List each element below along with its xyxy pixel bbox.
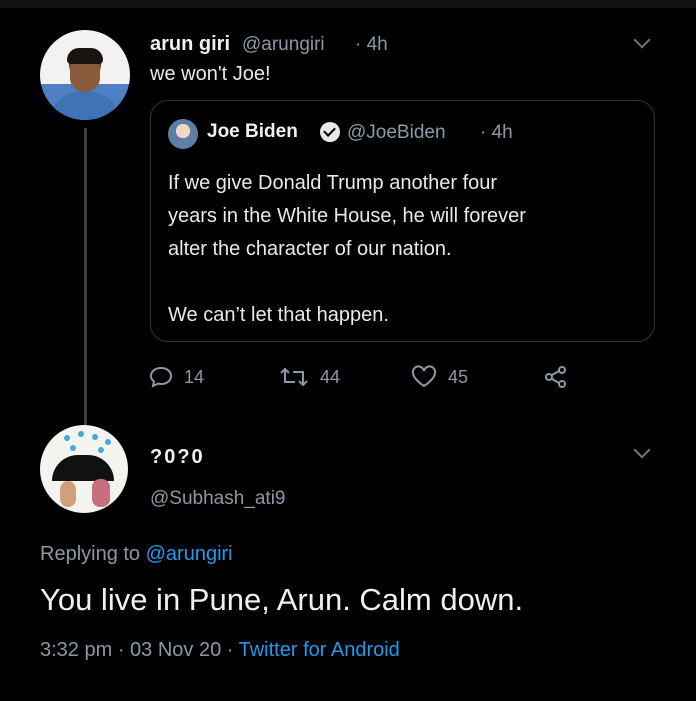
avatar-decoration xyxy=(64,435,70,441)
like-count: 45 xyxy=(448,366,469,387)
quoted-author-name[interactable]: Joe Biden xyxy=(207,121,298,143)
avatar-subhash[interactable] xyxy=(40,425,128,513)
tweet-meta: 3:32 pm · 03 Nov 20 · Twitter for Androi… xyxy=(40,639,400,662)
retweet-button[interactable]: 44 xyxy=(278,365,340,389)
quoted-text-line: We can’t let that happen. xyxy=(168,304,389,326)
like-icon xyxy=(410,365,438,389)
author-handle[interactable]: @arungiri xyxy=(242,34,325,56)
chevron-down-icon[interactable] xyxy=(633,31,651,49)
reply-icon xyxy=(148,365,174,389)
tweet-timestamp: 3:32 pm · 03 Nov 20 · xyxy=(40,639,239,661)
author-handle[interactable]: @Subhash_ati9 xyxy=(150,488,286,510)
replying-to: Replying to @arungiri xyxy=(40,543,233,566)
avatar-decoration xyxy=(78,431,84,437)
author-name[interactable]: arun giri xyxy=(150,33,230,56)
quoted-author-handle[interactable]: @JoeBiden xyxy=(347,122,446,144)
replying-to-link[interactable]: @arungiri xyxy=(146,543,233,565)
avatar-decoration xyxy=(98,447,104,453)
reply-button[interactable]: 14 xyxy=(148,365,204,389)
avatar-umbrella xyxy=(52,455,114,481)
author-name[interactable]: ?0?0 xyxy=(150,446,205,469)
tweet-source-link[interactable]: Twitter for Android xyxy=(239,639,400,661)
like-button[interactable]: 45 xyxy=(410,365,468,389)
tweet-text: we won't Joe! xyxy=(150,63,271,85)
top-border xyxy=(0,0,696,8)
replying-to-label: Replying to xyxy=(40,543,146,565)
avatar-decoration xyxy=(105,439,111,445)
quoted-text-line: alter the character of our nation. xyxy=(168,238,452,260)
retweet-count: 44 xyxy=(320,366,341,387)
chevron-down-icon[interactable] xyxy=(633,441,651,459)
verified-icon xyxy=(320,122,340,142)
quoted-text-line: If we give Donald Trump another four xyxy=(168,172,498,194)
share-button[interactable] xyxy=(542,365,570,389)
thread-line xyxy=(84,128,87,428)
tweet-screenshot: arun giri @arungiri · 4h we won't Joe! J… xyxy=(0,0,696,701)
retweet-icon xyxy=(278,365,310,389)
reply-count: 14 xyxy=(184,366,205,387)
avatar-arungiri[interactable] xyxy=(40,30,130,120)
share-icon xyxy=(542,365,570,389)
tweet-time: · 4h xyxy=(355,34,388,55)
quoted-tweet-time: · 4h xyxy=(480,122,513,143)
avatar-hair xyxy=(67,48,103,64)
avatar-shirt xyxy=(50,92,120,120)
avatar-figure xyxy=(60,481,76,507)
avatar-decoration xyxy=(70,445,76,451)
avatar-joebiden[interactable] xyxy=(168,119,198,149)
quoted-text-line: years in the White House, he will foreve… xyxy=(168,205,526,227)
tweet-text: You live in Pune, Arun. Calm down. xyxy=(40,582,524,617)
avatar-decoration xyxy=(92,434,98,440)
avatar-figure xyxy=(92,479,110,507)
